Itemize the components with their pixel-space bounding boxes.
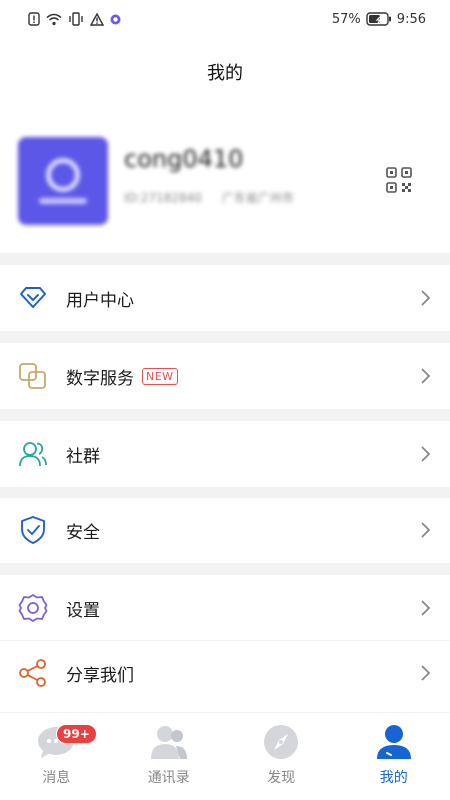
warning-icon xyxy=(90,12,104,26)
chevron-right-icon xyxy=(421,522,431,538)
menu-item-share[interactable]: 分享我们 xyxy=(0,641,450,705)
user-profile-icon xyxy=(374,723,414,761)
menu-item-user-center[interactable]: 用户中心 xyxy=(0,266,450,330)
bottom-tab-bar: 99+ 消息 通讯录 发现 我的 xyxy=(0,712,450,800)
avatar-logo-text xyxy=(39,198,87,204)
community-icon xyxy=(18,439,48,469)
tab-label: 消息 xyxy=(42,770,71,786)
chevron-right-icon xyxy=(421,368,431,384)
menu-item-label: 数字服务 NEW xyxy=(66,364,178,389)
chevron-right-icon xyxy=(421,446,431,462)
tab-me[interactable]: 我的 xyxy=(338,713,450,800)
section-gap xyxy=(0,253,450,265)
tab-label: 通讯录 xyxy=(147,770,190,786)
share-icon xyxy=(18,658,48,688)
tab-messages[interactable]: 99+ 消息 xyxy=(0,713,113,800)
menu-item-label: 安全 xyxy=(66,522,100,543)
page-title: 我的 xyxy=(207,63,243,84)
section-gap xyxy=(0,331,450,343)
shield-check-icon xyxy=(18,515,48,545)
menu-item-security[interactable]: 安全 xyxy=(0,498,450,562)
status-icons-right: 57% 9:56 xyxy=(332,12,426,27)
qr-code-icon[interactable] xyxy=(386,167,412,193)
menu-item-label: 社群 xyxy=(66,446,100,467)
user-location: 广东省广州市 xyxy=(221,191,294,205)
chevron-right-icon xyxy=(421,665,431,681)
chevron-right-icon xyxy=(421,600,431,616)
menu-item-digital-services[interactable]: 数字服务 NEW xyxy=(0,344,450,408)
compass-icon xyxy=(261,723,301,761)
user-id: ID:27182840 xyxy=(124,191,202,205)
avatar-logo-icon xyxy=(46,158,80,192)
avatar[interactable] xyxy=(18,137,108,225)
tab-discover[interactable]: 发现 xyxy=(225,713,338,800)
menu-item-community[interactable]: 社群 xyxy=(0,422,450,486)
menu-item-label: 设置 xyxy=(66,600,100,621)
battery-icon xyxy=(366,12,391,26)
battery-percent: 57% xyxy=(331,11,361,27)
username: cong0410 xyxy=(124,145,244,173)
user-id-line: ID:27182840 广东省广州市 xyxy=(124,189,294,206)
menu-item-label: 分享我们 xyxy=(66,665,134,686)
menu-item-label: 用户中心 xyxy=(66,290,134,311)
vibrate-icon xyxy=(69,12,83,26)
menu-item-settings[interactable]: 设置 xyxy=(0,576,450,640)
new-badge: NEW xyxy=(142,367,178,385)
section-gap xyxy=(0,563,450,575)
gear-icon xyxy=(18,593,48,623)
profile-card[interactable]: cong0410 ID:27182840 广东省广州市 xyxy=(0,125,450,237)
tab-contacts[interactable]: 通讯录 xyxy=(113,713,226,800)
status-bar: 57% 9:56 xyxy=(0,0,450,38)
unread-count-badge: 99+ xyxy=(56,724,97,744)
app-notification-icon xyxy=(110,14,121,24)
tab-label: 我的 xyxy=(379,770,408,786)
section-gap xyxy=(0,409,450,421)
contacts-icon xyxy=(149,723,189,761)
status-icons-left xyxy=(28,12,121,26)
diamond-icon xyxy=(18,283,48,313)
tab-label: 发现 xyxy=(267,770,296,786)
chevron-right-icon xyxy=(421,290,431,306)
wifi-icon xyxy=(46,13,62,25)
alert-icon xyxy=(28,12,40,26)
clock: 9:56 xyxy=(396,11,426,27)
digital-service-icon xyxy=(18,361,48,391)
